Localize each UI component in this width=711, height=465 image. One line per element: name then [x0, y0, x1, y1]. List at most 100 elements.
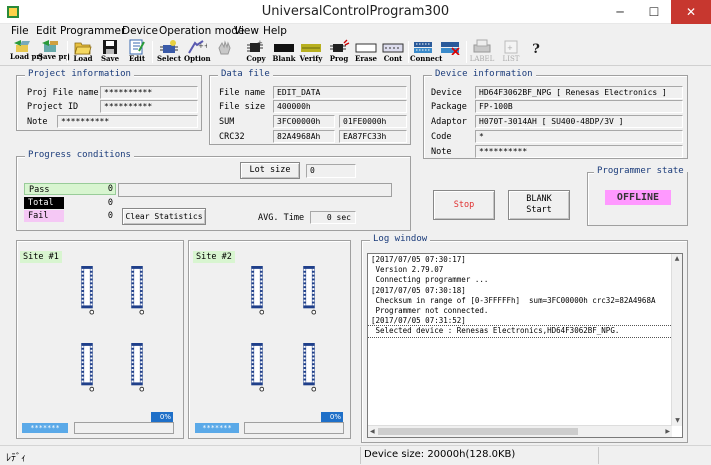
socket-icon	[81, 266, 94, 315]
project-id-label: Project ID	[27, 102, 79, 112]
load-project-icon	[14, 40, 30, 52]
scroll-down-icon[interactable]: ▼	[672, 416, 683, 426]
menu-operation-mode[interactable]: Operation mode	[159, 24, 244, 38]
close-button[interactable]: ✕	[671, 0, 711, 24]
log-window-title: Log window	[370, 234, 431, 244]
programmer-state-badge: OFFLINE	[605, 190, 671, 205]
device-label: Device	[431, 88, 462, 98]
svg-text:+: +	[507, 44, 513, 52]
socket-icon	[303, 266, 316, 315]
help-button[interactable]: ?	[528, 38, 544, 66]
stop-button[interactable]: Stop	[433, 190, 495, 220]
floppy-disk-icon	[103, 40, 117, 54]
minimize-button[interactable]: ─	[603, 0, 637, 24]
socket-icon	[303, 343, 316, 392]
programmer-state-title: Programmer state	[594, 166, 687, 176]
edit-button[interactable]: Edit	[125, 38, 149, 66]
prog-button[interactable]: Prog	[326, 38, 352, 66]
log-line-selected: Selected device : Renesas Electronics,HD…	[368, 325, 671, 338]
sum-field-2: 01FE0000h	[339, 115, 407, 128]
scroll-thumb[interactable]	[378, 428, 578, 435]
erase-icon	[355, 43, 377, 53]
log-vertical-scrollbar[interactable]: ▲ ▼	[671, 254, 682, 426]
connect-button[interactable]: Connect	[410, 38, 442, 66]
site-2-panel	[188, 240, 351, 439]
menu-bar: File Edit Programmer Device Operation mo…	[0, 24, 711, 38]
status-divider	[360, 447, 361, 464]
erase-button[interactable]: Erase	[353, 38, 379, 66]
log-line: [2017/07/05 07:30:17]	[371, 255, 466, 264]
site-2-progress-bar	[244, 422, 344, 434]
toolbar-separator	[466, 41, 467, 63]
log-textarea[interactable]: [2017/07/05 07:30:17] Version 2.79.07 Co…	[367, 253, 683, 438]
printer-icon	[473, 39, 491, 53]
menu-device[interactable]: Device	[122, 24, 158, 38]
select-button[interactable]: Select	[156, 38, 182, 66]
menu-file[interactable]: File	[11, 24, 29, 38]
device-field: HD64F3062BF_NPG [ Renesas Electronics ]	[475, 86, 683, 99]
socket-icon	[131, 266, 144, 315]
device-information-title: Device information	[432, 69, 536, 79]
pass-count: 0	[107, 184, 113, 194]
total-label: Total	[24, 197, 64, 209]
menu-edit[interactable]: Edit	[36, 24, 56, 38]
menu-view[interactable]: View	[234, 24, 259, 38]
clear-statistics-button[interactable]: Clear Statistics	[122, 208, 206, 225]
lot-size-field[interactable]: 0	[306, 164, 356, 178]
menu-help[interactable]: Help	[263, 24, 287, 38]
list-button[interactable]: + LIST	[498, 38, 524, 66]
menu-programmer[interactable]: Programmer	[60, 24, 125, 38]
scroll-up-icon[interactable]: ▲	[672, 254, 682, 264]
copy-disabled-button[interactable]	[212, 38, 238, 66]
project-information-title: Project information	[25, 69, 134, 79]
load-project-button[interactable]: Load prj	[10, 38, 43, 66]
toolbar-separator	[408, 41, 409, 63]
title-bar: UniversalControlProgram300 ─ ☐ ✕	[0, 0, 711, 24]
package-label: Package	[431, 102, 467, 112]
package-field: FP-100B	[475, 100, 683, 113]
cont-button[interactable]: Cont	[380, 38, 406, 66]
verify-button[interactable]: Verify	[298, 38, 324, 66]
list-icon: +	[504, 40, 518, 54]
copy-icon: +	[247, 39, 263, 52]
site-1-label: Site #1	[20, 251, 62, 263]
socket-icon	[251, 266, 264, 315]
toolbar-separator	[67, 41, 68, 63]
lot-size-button[interactable]: Lot size	[240, 162, 300, 179]
save-button[interactable]: Save	[98, 38, 122, 66]
file-size-label: File size	[219, 102, 266, 112]
sum-label: SUM	[219, 117, 235, 127]
svg-text:++: ++	[198, 42, 207, 50]
code-field: *	[475, 130, 683, 143]
option-button[interactable]: ++ Option	[184, 38, 211, 66]
log-horizontal-scrollbar[interactable]: ◀ ▶	[368, 425, 672, 437]
disconnect-button[interactable]	[438, 38, 462, 66]
blank-start-button[interactable]: BLANK Start	[508, 190, 570, 220]
blank-button[interactable]: Blank	[271, 38, 297, 66]
avg-time-label: AVG. Time	[258, 213, 305, 223]
file-size-field: 400000h	[273, 100, 407, 113]
proj-file-name-label: Proj File name	[27, 88, 99, 98]
scroll-left-icon[interactable]: ◀	[370, 426, 375, 437]
site-1-id: *******	[22, 423, 68, 433]
copy-button[interactable]: + Copy	[243, 38, 269, 66]
maximize-button[interactable]: ☐	[637, 0, 671, 24]
project-note-field: **********	[57, 115, 198, 128]
site-1-percent: 0%	[151, 412, 173, 422]
save-project-button[interactable]: Save prj	[38, 38, 70, 66]
project-id-field: **********	[100, 100, 198, 113]
label-print-button[interactable]: LABEL	[469, 38, 495, 66]
fail-label: Fail	[24, 210, 64, 222]
log-line: Connecting programmer ...	[371, 275, 489, 285]
site-2-label: Site #2	[193, 251, 235, 263]
proj-file-name-field: **********	[100, 86, 198, 99]
log-line: Version 2.79.07	[371, 265, 444, 275]
load-button[interactable]: Load	[71, 38, 95, 66]
status-bar: ﾚﾃﾞｨ Device size: 20000h(128.0KB)	[0, 445, 711, 465]
site-1-progress-bar	[74, 422, 174, 434]
toolbar-separator	[152, 41, 153, 63]
scroll-right-icon[interactable]: ▶	[665, 426, 670, 437]
log-line: Checksum in range of [0-3FFFFFh] sum=3FC…	[371, 295, 656, 305]
blank-chip-icon	[274, 44, 294, 52]
crc32-field-1: 82A4968Ah	[273, 130, 335, 143]
